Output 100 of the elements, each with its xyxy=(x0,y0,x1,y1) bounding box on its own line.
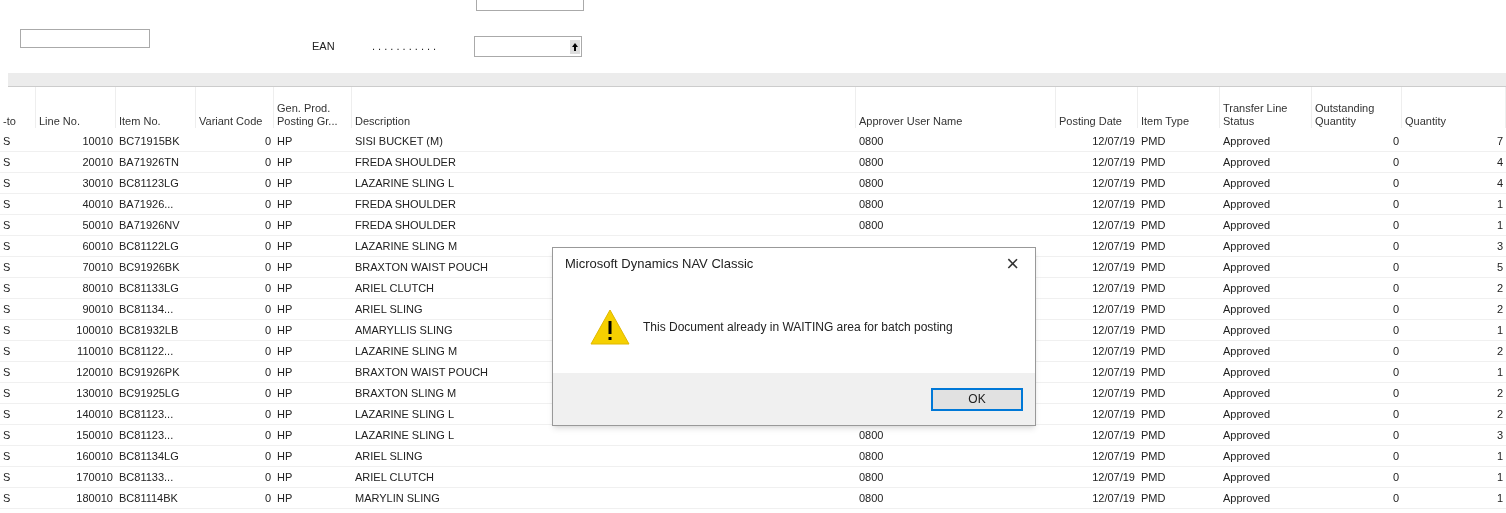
item-number-cell: BC81123LG xyxy=(119,176,179,189)
approver-cell: 0800 xyxy=(859,176,884,189)
posting-group-cell: HP xyxy=(277,239,293,252)
quantity-cell: 1 xyxy=(1496,365,1503,378)
item-number-cell: BC81114BK xyxy=(119,491,178,504)
approver-cell: 0800 xyxy=(859,449,884,462)
description-cell: MARYLIN SLING xyxy=(355,491,440,504)
column-header[interactable]: -to xyxy=(3,115,16,128)
item-number-cell: BA71926NV xyxy=(119,218,180,231)
column-header[interactable]: Posting Date xyxy=(1059,115,1122,128)
quantity-cell: 1 xyxy=(1496,197,1503,210)
sales-type-cell: S xyxy=(3,302,11,315)
column-header[interactable]: Description xyxy=(355,115,411,128)
posting-group-cell: HP xyxy=(277,470,293,483)
column-header[interactable]: Outstanding Quantity xyxy=(1315,102,1398,128)
line-number-cell: 90010 xyxy=(82,302,113,315)
outstanding-quantity-cell: 0 xyxy=(1392,323,1399,336)
posting-date-cell: 12/07/19 xyxy=(1092,197,1135,210)
quantity-cell: 4 xyxy=(1496,176,1503,189)
item-type-cell: PMD xyxy=(1141,491,1166,504)
posting-group-cell: HP xyxy=(277,155,293,168)
item-type-cell: PMD xyxy=(1141,470,1166,483)
column-header[interactable]: Approver User Name xyxy=(859,115,963,128)
posting-group-cell: HP xyxy=(277,302,293,315)
quantity-cell: 1 xyxy=(1496,323,1503,336)
dialog-message: This Document already in WAITING area for batch posting xyxy=(643,318,953,336)
item-type-cell: PMD xyxy=(1141,218,1166,231)
sales-type-cell: S xyxy=(3,197,11,210)
column-header[interactable]: Transfer Line Status xyxy=(1223,102,1308,128)
sales-type-cell: S xyxy=(3,281,11,294)
item-type-cell: PMD xyxy=(1141,260,1166,273)
posting-group-cell: HP xyxy=(277,407,293,420)
posting-date-cell: 12/07/19 xyxy=(1092,218,1135,231)
line-number-cell: 130010 xyxy=(76,386,113,399)
status-cell: Approved xyxy=(1223,449,1271,462)
quantity-cell: 1 xyxy=(1496,449,1503,462)
outstanding-quantity-cell: 0 xyxy=(1392,176,1399,189)
posting-group-cell: HP xyxy=(277,176,293,189)
item-number-cell: BA71926TN xyxy=(119,155,179,168)
quantity-cell: 2 xyxy=(1496,344,1503,357)
quantity-cell: 5 xyxy=(1496,260,1503,273)
status-cell: Approved xyxy=(1223,302,1271,315)
item-type-cell: PMD xyxy=(1141,239,1166,252)
sales-type-cell: S xyxy=(3,365,11,378)
status-cell: Approved xyxy=(1223,197,1271,210)
variant-code-cell: 0 xyxy=(264,197,271,210)
item-number-cell: BC81134LG xyxy=(119,449,179,462)
item-number-cell: BC91926BK xyxy=(119,260,180,273)
variant-code-cell: 0 xyxy=(264,323,271,336)
column-header[interactable]: Variant Code xyxy=(199,115,263,128)
quantity-cell: 7 xyxy=(1496,134,1503,147)
quantity-cell: 2 xyxy=(1496,302,1503,315)
item-type-cell: PMD xyxy=(1141,365,1166,378)
description-cell: FREDA SHOULDER xyxy=(355,197,456,210)
close-button[interactable]: × xyxy=(1002,253,1023,275)
sales-type-cell: S xyxy=(3,134,11,147)
item-number-cell: BC81122LG xyxy=(119,239,179,252)
ean-label: EAN xyxy=(312,39,336,55)
status-cell: Approved xyxy=(1223,428,1271,441)
outstanding-quantity-cell: 0 xyxy=(1392,449,1399,462)
outstanding-quantity-cell: 0 xyxy=(1392,302,1399,315)
outstanding-quantity-cell: 0 xyxy=(1392,344,1399,357)
status-cell: Approved xyxy=(1223,260,1271,273)
status-cell: Approved xyxy=(1223,470,1271,483)
input-field[interactable] xyxy=(20,29,150,48)
posting-date-cell: 12/07/19 xyxy=(1092,176,1135,189)
item-number-cell: BC81134... xyxy=(119,302,174,315)
quantity-cell: 2 xyxy=(1496,407,1503,420)
description-cell: LAZARINE SLING M xyxy=(355,239,458,252)
sales-type-cell: S xyxy=(3,344,11,357)
item-type-cell: PMD xyxy=(1141,302,1166,315)
quantity-cell: 3 xyxy=(1496,239,1503,252)
item-number-cell: BC81932LB xyxy=(119,323,179,336)
column-header[interactable]: Item Type xyxy=(1141,115,1190,128)
description-cell: FREDA SHOULDER xyxy=(355,155,456,168)
approver-cell: 0800 xyxy=(859,470,884,483)
ean-field[interactable] xyxy=(474,36,582,57)
quantity-cell: 4 xyxy=(1496,155,1503,168)
column-header[interactable]: Item No. xyxy=(119,115,161,128)
column-header[interactable]: Line No. xyxy=(39,115,80,128)
approver-cell: 0800 xyxy=(859,155,884,168)
sales-type-cell: S xyxy=(3,218,11,231)
outstanding-quantity-cell: 0 xyxy=(1392,386,1399,399)
item-type-cell: PMD xyxy=(1141,323,1166,336)
variant-code-cell: 0 xyxy=(264,491,271,504)
warning-icon xyxy=(589,307,631,346)
approver-cell: 0800 xyxy=(859,428,884,441)
posting-date-cell: 12/07/19 xyxy=(1092,155,1135,168)
status-cell: Approved xyxy=(1223,323,1271,336)
column-header[interactable]: Quantity xyxy=(1405,115,1446,128)
item-number-cell: BC81123... xyxy=(119,407,174,420)
quantity-cell: 1 xyxy=(1496,470,1503,483)
variant-code-cell: 0 xyxy=(264,407,271,420)
outstanding-quantity-cell: 0 xyxy=(1392,281,1399,294)
line-number-cell: 170010 xyxy=(76,470,113,483)
lookup-arrow-icon[interactable] xyxy=(570,39,580,54)
variant-code-cell: 0 xyxy=(264,386,271,399)
column-header[interactable]: Gen. Prod. Posting Gr... xyxy=(277,102,348,128)
sales-type-cell: S xyxy=(3,470,11,483)
ok-button[interactable]: OK xyxy=(931,387,1023,411)
